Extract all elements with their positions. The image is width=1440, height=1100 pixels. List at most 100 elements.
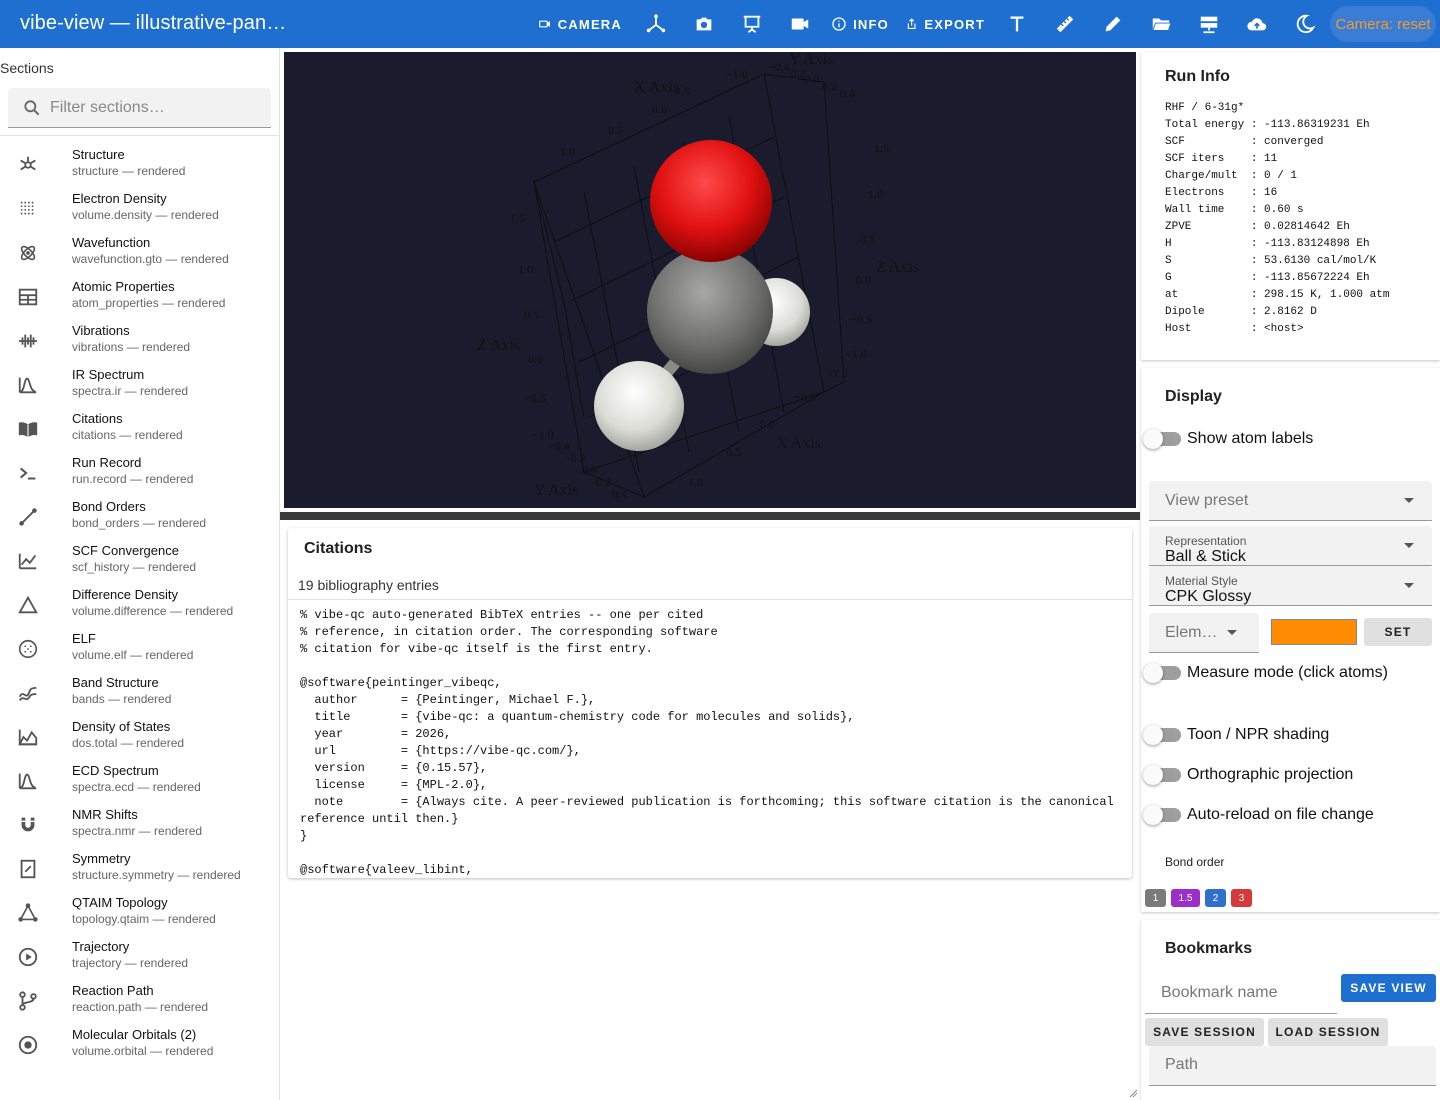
video-button[interactable] bbox=[784, 0, 816, 48]
sidebar-item-trajectory[interactable]: Trajectory trajectory — rendered bbox=[0, 936, 279, 980]
filter-input[interactable] bbox=[50, 96, 260, 120]
z-left-tick: 1.5 bbox=[510, 211, 525, 225]
bond-order-chip[interactable]: 3 bbox=[1231, 889, 1252, 907]
toggle-track[interactable] bbox=[1143, 663, 1181, 683]
hydrogen-atom-1[interactable] bbox=[594, 361, 684, 451]
cloud-upload-button[interactable] bbox=[1241, 0, 1273, 48]
oxygen-atom[interactable] bbox=[650, 140, 772, 262]
chevron-down-icon bbox=[1404, 543, 1414, 548]
sidebar-item-ecd-spectrum[interactable]: ECD Spectrum spectra.ecd — rendered bbox=[0, 760, 279, 804]
pencil-button[interactable] bbox=[1097, 0, 1129, 48]
carbon-atom[interactable] bbox=[647, 248, 773, 374]
sidebar-item-subtitle: vibrations — rendered bbox=[72, 340, 191, 354]
toggle-knob[interactable] bbox=[1143, 663, 1163, 683]
path-field[interactable] bbox=[1149, 1046, 1436, 1086]
sidebar-item-elf[interactable]: ELF volume.elf — rendered bbox=[0, 628, 279, 672]
toggle-knob[interactable] bbox=[1143, 429, 1163, 449]
bond-order-chip[interactable]: 1.5 bbox=[1171, 889, 1200, 907]
y-axis-title-bottom: Y Axis bbox=[534, 482, 578, 499]
sidebar-item-symmetry[interactable]: Symmetry structure.symmetry — rendered bbox=[0, 848, 279, 892]
sidebar-item-atomic-properties[interactable]: Atomic Properties atom_properties — rende… bbox=[0, 276, 279, 320]
sidebar-item-citations[interactable]: Citations citations — rendered bbox=[0, 408, 279, 452]
path-input[interactable] bbox=[1165, 1054, 1335, 1076]
sections-sidebar: Sections Structure structure — rendered El… bbox=[0, 48, 280, 1100]
graph-icon bbox=[17, 902, 39, 924]
camera-button[interactable]: CAMERA bbox=[538, 0, 622, 48]
resize-grip-icon[interactable] bbox=[1128, 1088, 1138, 1098]
export-button[interactable]: EXPORT bbox=[905, 0, 985, 48]
screenshot-button[interactable] bbox=[688, 0, 720, 48]
molecule-viewer[interactable]: X Axis Y Axis Z Axis Z Axis X Axis Y Axi… bbox=[284, 51, 1136, 508]
sidebar-item-scf-convergence[interactable]: SCF Convergence scf_history — rendered bbox=[0, 540, 279, 584]
symmetry-icon bbox=[17, 858, 39, 880]
sidebar-item-run-record[interactable]: Run Record run.record — rendered bbox=[0, 452, 279, 496]
save-session-button[interactable]: SAVE SESSION bbox=[1145, 1018, 1264, 1046]
sidebar-item-density-of-states[interactable]: Density of States dos.total — rendered bbox=[0, 716, 279, 760]
save-view-button[interactable]: SAVE VIEW bbox=[1341, 974, 1436, 1002]
cloud-upload-icon bbox=[1247, 18, 1267, 31]
pencil-icon bbox=[1105, 16, 1121, 32]
sidebar-item-wavefunction[interactable]: Wavefunction wavefunction.gto — rendered bbox=[0, 232, 279, 276]
spectrum-icon bbox=[17, 374, 39, 396]
z-left-tick: 1.0 bbox=[518, 262, 533, 276]
video-icon bbox=[791, 18, 809, 30]
filter-field[interactable] bbox=[8, 88, 271, 128]
server-button[interactable] bbox=[1193, 0, 1225, 48]
bookmark-name-input[interactable] bbox=[1161, 982, 1331, 1004]
sidebar-item-ir-spectrum[interactable]: IR Spectrum spectra.ir — rendered bbox=[0, 364, 279, 408]
auto-reload-toggle[interactable]: Auto-reload on file change bbox=[1143, 805, 1374, 825]
sidebar-item-molecular-orbitals-2[interactable]: Molecular Orbitals (2) volume.orbital — r… bbox=[0, 1024, 279, 1068]
toggle-track[interactable] bbox=[1143, 429, 1181, 449]
element-color-swatch[interactable] bbox=[1271, 619, 1357, 645]
sidebar-item-title: Structure bbox=[72, 147, 125, 162]
molecule-3d-scene[interactable]: X Axis Y Axis Z Axis Z Axis X Axis Y Axi… bbox=[284, 51, 1136, 508]
toggle-track[interactable] bbox=[1143, 805, 1181, 825]
sidebar-item-title: Electron Density bbox=[72, 191, 167, 206]
server-icon bbox=[1200, 16, 1218, 34]
sidebar-item-band-structure[interactable]: Band Structure bands — rendered bbox=[0, 672, 279, 716]
sidebar-item-reaction-path[interactable]: Reaction Path reaction.path — rendered bbox=[0, 980, 279, 1024]
representation-select[interactable]: Representation Ball & Stick bbox=[1149, 526, 1432, 566]
sidebar-item-subtitle: trajectory — rendered bbox=[72, 956, 189, 970]
sidebar-item-qtaim-topology[interactable]: QTAIM Topology topology.qtaim — rendered bbox=[0, 892, 279, 936]
info-button[interactable]: INFO bbox=[830, 0, 890, 48]
sidebar-item-vibrations[interactable]: Vibrations vibrations — rendered bbox=[0, 320, 279, 364]
sidebar-item-bond-orders[interactable]: Bond Orders bond_orders — rendered bbox=[0, 496, 279, 540]
axes-button[interactable] bbox=[640, 0, 672, 48]
view-preset-select[interactable]: View preset bbox=[1149, 481, 1432, 521]
toggle-track[interactable] bbox=[1143, 765, 1181, 785]
toggle-knob[interactable] bbox=[1143, 725, 1163, 745]
text-button[interactable] bbox=[1001, 0, 1033, 48]
set-color-button[interactable]: SET bbox=[1364, 618, 1432, 646]
bond-order-chip[interactable]: 1 bbox=[1145, 889, 1166, 907]
material-style-select[interactable]: Material Style CPK Glossy bbox=[1149, 566, 1432, 606]
orthographic-toggle[interactable]: Orthographic projection bbox=[1143, 765, 1353, 785]
dark-mode-button[interactable] bbox=[1289, 0, 1321, 48]
material-style-value: CPK Glossy bbox=[1165, 588, 1252, 605]
sidebar-item-subtitle: run.record — rendered bbox=[72, 472, 194, 486]
show-atom-labels-toggle[interactable]: Show atom labels bbox=[1143, 429, 1313, 449]
sidebar-item-nmr-shifts[interactable]: NMR Shifts spectra.nmr — rendered bbox=[0, 804, 279, 848]
toggle-track[interactable] bbox=[1143, 725, 1181, 745]
sidebar-item-difference-density[interactable]: Difference Density volume.difference — re… bbox=[0, 584, 279, 628]
measure-mode-toggle[interactable]: Measure mode (click atoms) bbox=[1143, 663, 1388, 683]
element-select[interactable]: Elem… bbox=[1149, 613, 1259, 653]
bookmark-name-field[interactable] bbox=[1145, 974, 1337, 1014]
open-folder-button[interactable] bbox=[1145, 0, 1177, 48]
sidebar-item-subtitle: topology.qtaim — rendered bbox=[72, 912, 216, 926]
toon-shading-toggle[interactable]: Toon / NPR shading bbox=[1143, 725, 1329, 745]
camera-reset-chip[interactable]: Camera: reset bbox=[1330, 6, 1436, 42]
molecule[interactable] bbox=[594, 140, 810, 451]
chevron-down-icon bbox=[1227, 630, 1237, 635]
presentation-button[interactable] bbox=[736, 0, 768, 48]
ruler-button[interactable] bbox=[1049, 0, 1081, 48]
toggle-knob[interactable] bbox=[1143, 805, 1163, 825]
toggle-knob[interactable] bbox=[1143, 765, 1163, 785]
load-session-button[interactable]: LOAD SESSION bbox=[1268, 1018, 1388, 1046]
bond-order-chip[interactable]: 2 bbox=[1205, 889, 1226, 907]
sidebar-item-structure[interactable]: Structure structure — rendered bbox=[0, 144, 279, 188]
viewer-resize-bar[interactable] bbox=[280, 512, 1140, 520]
dot-grid-icon bbox=[17, 198, 39, 220]
sidebar-item-electron-density[interactable]: Electron Density volume.density — rendere… bbox=[0, 188, 279, 232]
ruler-icon bbox=[1056, 15, 1074, 33]
